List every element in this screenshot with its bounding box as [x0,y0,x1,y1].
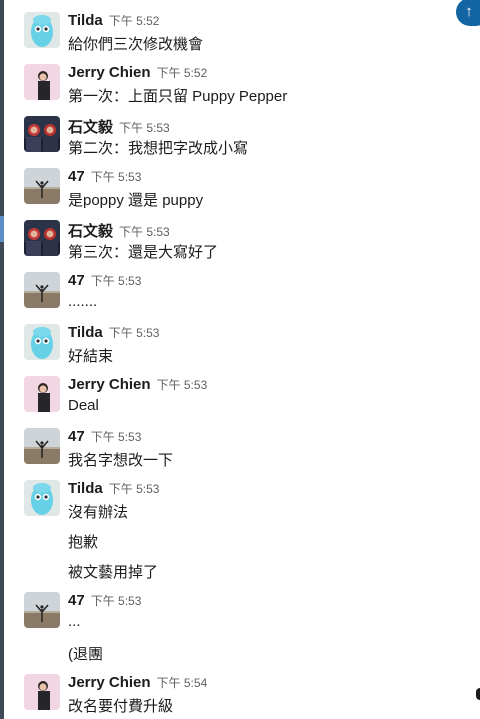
message-text: 第三次：還是大寫好了 [68,244,219,261]
sender-name[interactable]: Jerry Chien [68,64,151,81]
sender-name[interactable]: 47 [68,428,85,445]
sender-name[interactable]: 47 [68,592,85,609]
timestamp[interactable]: 下午 5:53 [157,378,208,392]
timestamp[interactable]: 下午 5:53 [91,430,142,444]
avatar[interactable] [24,674,60,710]
sender-name[interactable]: 石文毅 [68,119,113,136]
message: Jerry Chien 下午 5:53 Deal [24,376,464,420]
message-header: Jerry Chien 下午 5:54 [68,674,207,692]
jump-to-top-button[interactable]: ↑ [456,0,480,26]
sender-name[interactable]: 47 [68,272,85,289]
avatar[interactable] [24,116,60,152]
timestamp[interactable]: 下午 5:52 [109,14,160,28]
message: Tilda 下午 5:53 好結束 [24,324,464,368]
message-header: 石文毅 下午 5:53 [68,116,170,137]
message-text: (退團 [68,646,103,663]
avatar[interactable] [24,428,60,464]
message-header: Tilda 下午 5:52 [68,12,159,30]
avatar[interactable] [24,480,60,516]
message-header: 47 下午 5:53 [68,592,141,610]
message-text: 我名字想改一下 [68,452,174,469]
message-header: Tilda 下午 5:53 [68,324,159,342]
timestamp[interactable]: 下午 5:53 [91,170,142,184]
sender-name[interactable]: Tilda [68,324,103,341]
avatar[interactable] [24,64,60,100]
message-text: 第二次：我想把字改成小寫 [68,140,249,157]
avatar[interactable] [24,324,60,360]
message-text: 沒有辦法 [68,504,129,521]
message-text: ... [68,613,81,630]
message: 石文毅 下午 5:53 第三次：還是大寫好了 [24,220,464,264]
timestamp[interactable]: 下午 5:53 [91,594,142,608]
message-text: 第一次：上面只留 Puppy Pepper [68,88,288,105]
message-header: Jerry Chien 下午 5:52 [68,64,207,82]
message-header: 47 下午 5:53 [68,272,141,290]
message-text: 改名要付費升級 [68,698,174,715]
avatar[interactable] [24,592,60,628]
timestamp[interactable]: 下午 5:53 [91,274,142,288]
timestamp[interactable]: 下午 5:54 [157,676,208,690]
timestamp[interactable]: 下午 5:53 [109,482,160,496]
left-rail [0,0,4,719]
message-header: 石文毅 下午 5:53 [68,220,170,241]
message: Tilda 下午 5:52 給你們三次修改機會 [24,12,464,56]
timestamp[interactable]: 下午 5:53 [119,225,170,239]
message-header: Jerry Chien 下午 5:53 [68,376,207,394]
message: 47 下午 5:53 是poppy 還是 puppy [24,168,464,212]
scroll-indicator[interactable] [476,688,480,700]
timestamp[interactable]: 下午 5:52 [157,66,208,80]
avatar[interactable] [24,272,60,308]
avatar[interactable] [24,220,60,256]
message-text: 好結束 [68,348,114,365]
sender-name[interactable]: 石文毅 [68,223,113,240]
message-header: Tilda 下午 5:53 [68,480,159,498]
message-text: Deal [68,397,99,414]
message: Jerry Chien 下午 5:52 第一次：上面只留 Puppy Pepper [24,64,464,108]
arrow-up-icon: ↑ [465,3,473,20]
message-text: 是poppy 還是 puppy [68,192,204,209]
avatar[interactable] [24,376,60,412]
left-rail-accent [0,216,4,242]
message: Jerry Chien 下午 5:54 改名要付費升級 [24,674,464,718]
message-header: 47 下午 5:53 [68,168,141,186]
message-text: 被文藝用掉了 [68,564,159,581]
sender-name[interactable]: Jerry Chien [68,376,151,393]
message-text: 給你們三次修改機會 [68,36,204,53]
message: 石文毅 下午 5:53 第二次：我想把字改成小寫 [24,116,464,160]
timestamp[interactable]: 下午 5:53 [119,121,170,135]
sender-name[interactable]: Tilda [68,12,103,29]
message: 47 下午 5:53 我名字想改一下 [24,428,464,472]
timestamp[interactable]: 下午 5:53 [109,326,160,340]
sender-name[interactable]: Jerry Chien [68,674,151,691]
message-text: 抱歉 [68,534,99,551]
message: 47 下午 5:53 ....... [24,272,464,316]
message: 47 下午 5:53 ... [24,592,464,636]
message-text: ....... [68,293,98,310]
sender-name[interactable]: 47 [68,168,85,185]
avatar[interactable] [24,12,60,48]
avatar[interactable] [24,168,60,204]
message-header: 47 下午 5:53 [68,428,141,446]
sender-name[interactable]: Tilda [68,480,103,497]
